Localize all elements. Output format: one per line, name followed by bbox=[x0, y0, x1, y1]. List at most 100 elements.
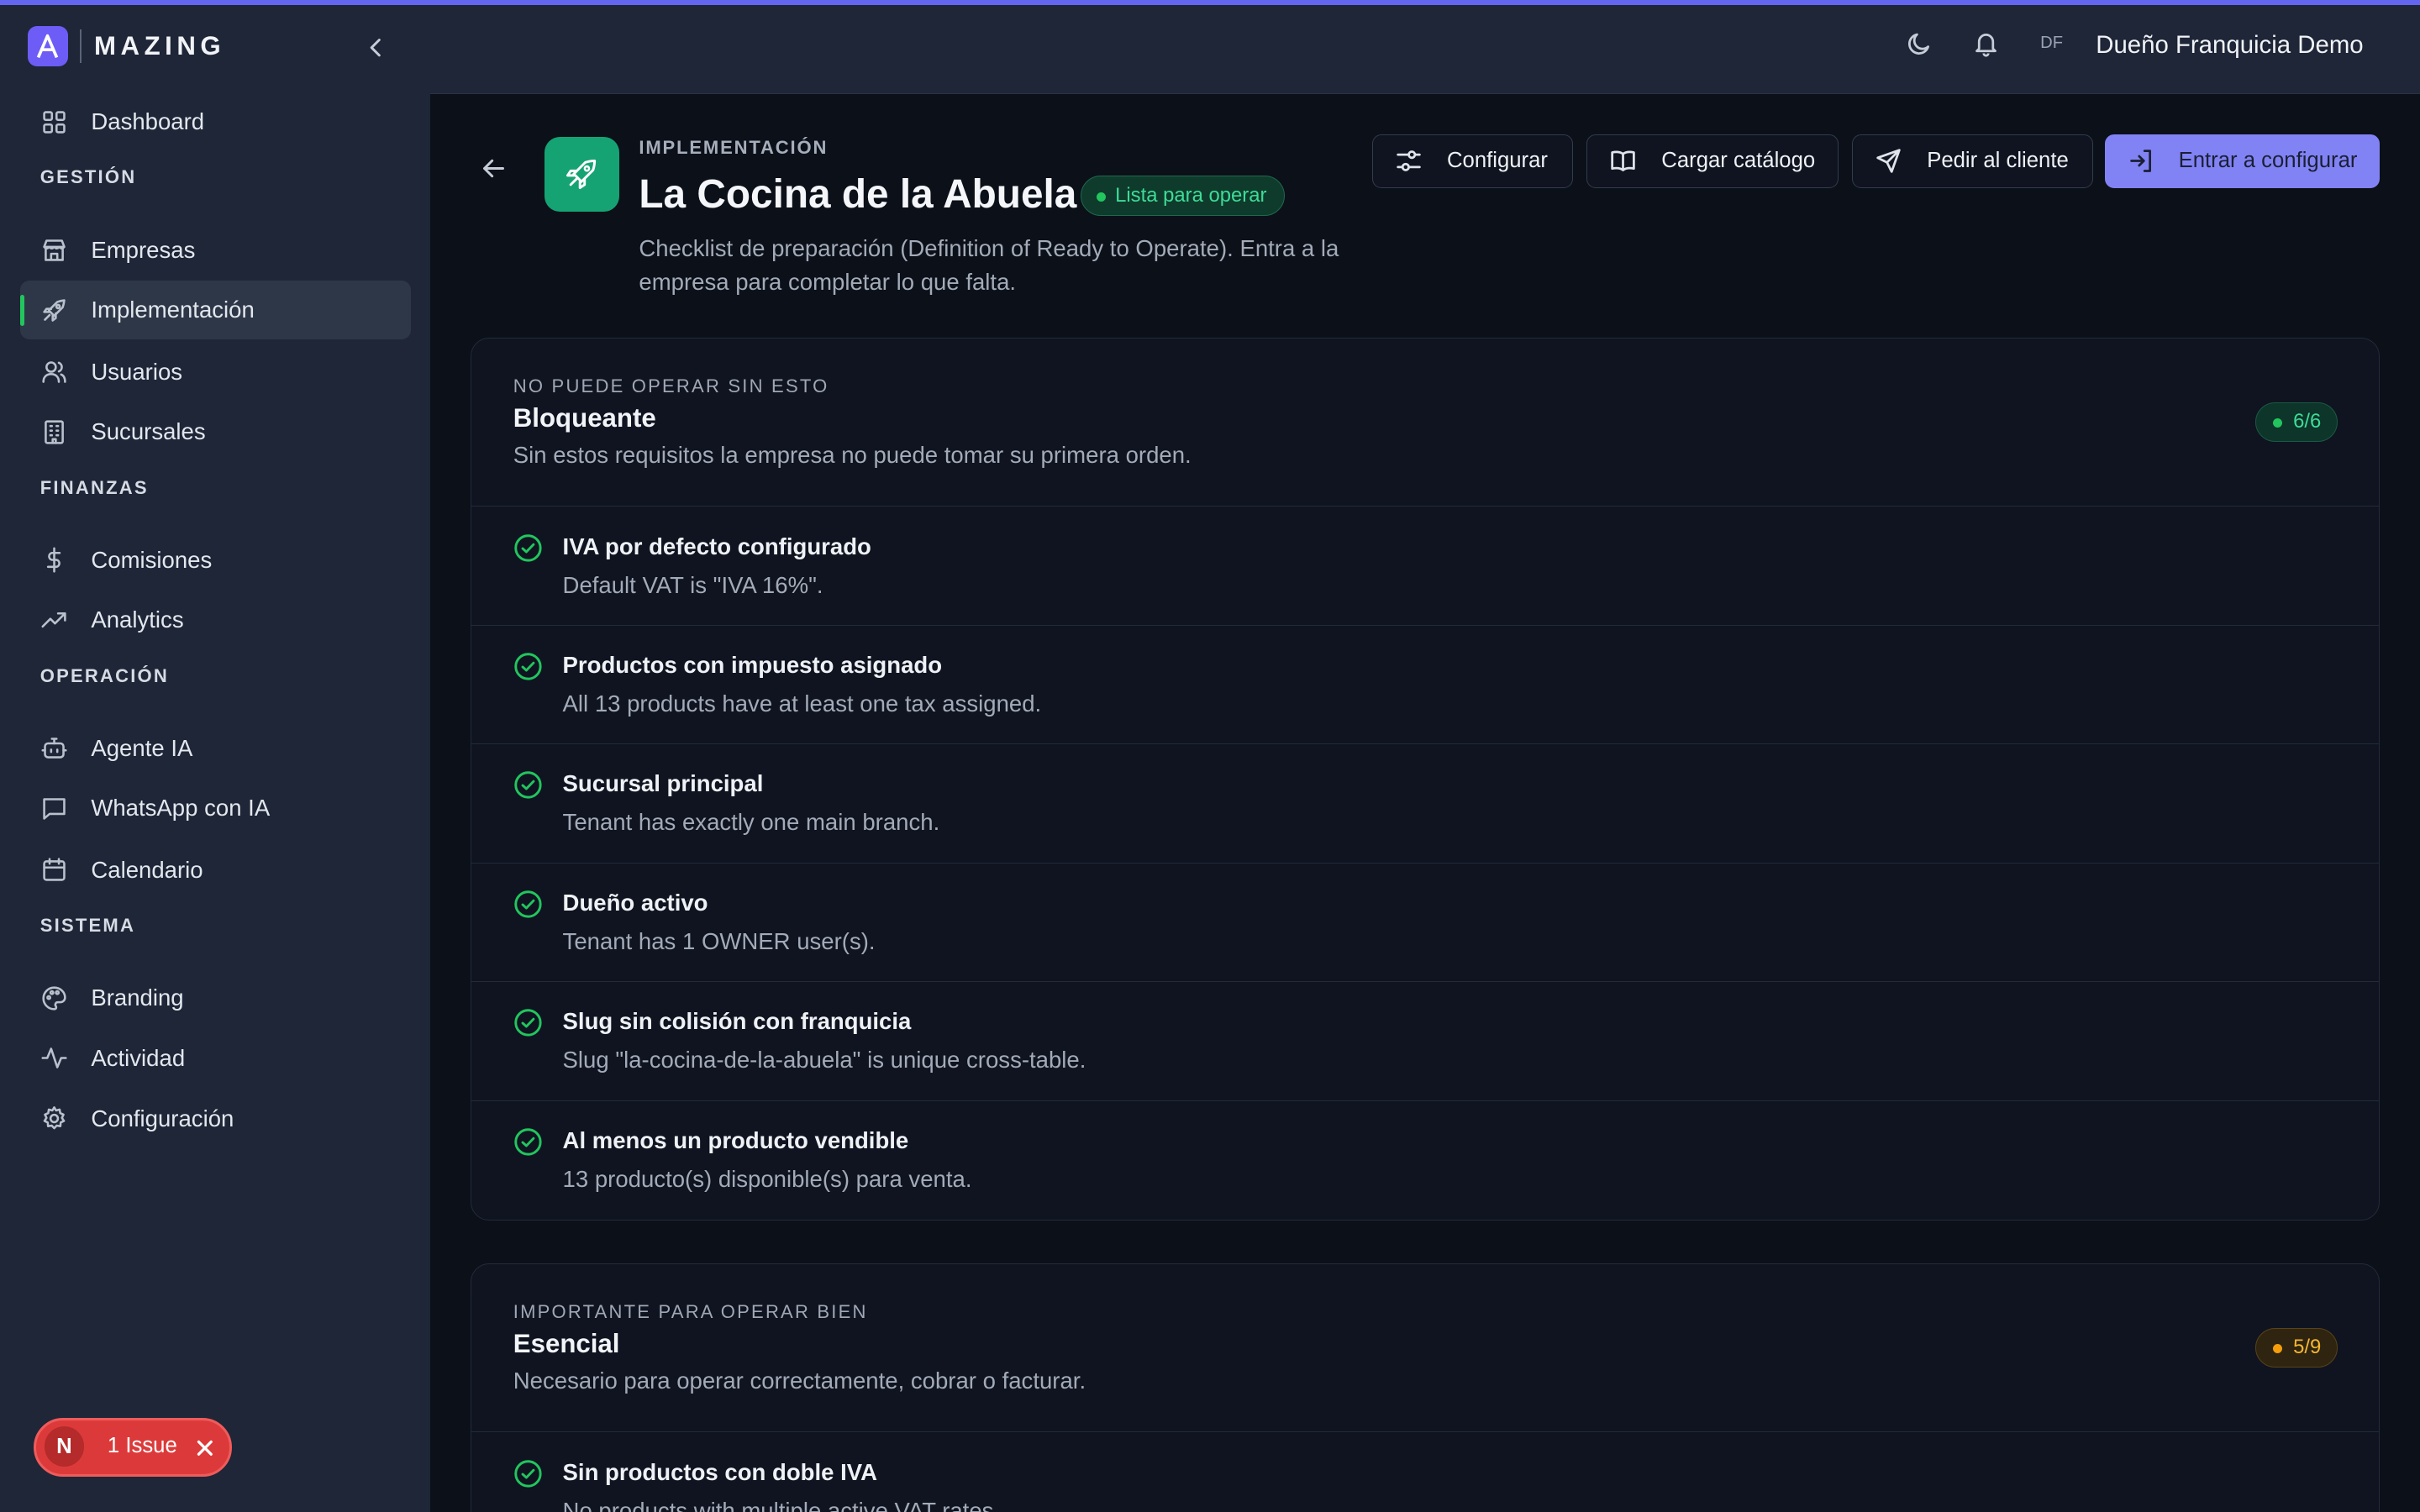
sidebar-item-calendario[interactable]: Calendario bbox=[20, 841, 411, 900]
moon-icon[interactable] bbox=[1906, 29, 1933, 57]
sidebar-item-sucursales[interactable]: Sucursales bbox=[20, 402, 411, 461]
brand[interactable]: MAZING bbox=[28, 26, 225, 66]
sidebar-item-label: Comisiones bbox=[91, 546, 213, 573]
sidebar-item-label: WhatsApp con IA bbox=[91, 795, 271, 822]
sidebar-item-branding[interactable]: Branding bbox=[20, 969, 411, 1027]
card-eyebrow: NO PUEDE OPERAR SIN ESTO bbox=[513, 375, 829, 397]
entrar-configurar-label: Entrar a configurar bbox=[2178, 149, 2358, 173]
send-icon bbox=[1876, 149, 1901, 174]
configurar-button[interactable]: Configurar bbox=[1371, 134, 1573, 189]
checklist-item-title: Al menos un producto vendible bbox=[562, 1126, 909, 1153]
sidebar-item-agente-ia[interactable]: Agente IA bbox=[20, 719, 411, 778]
checklist-item: Sucursal principal Tenant has exactly one… bbox=[471, 744, 2380, 864]
sidebar-item-label: Agente IA bbox=[91, 734, 193, 761]
sidebar-item-analytics[interactable]: Analytics bbox=[20, 591, 411, 649]
checklist-item-detail: All 13 products have at least one tax as… bbox=[562, 690, 1042, 717]
card-subtitle: Sin estos requisitos la empresa no puede… bbox=[513, 442, 1192, 469]
gear-icon bbox=[43, 1106, 66, 1130]
checklist-item: Productos con impuesto asignado All 13 pr… bbox=[471, 626, 2380, 745]
check-circle-icon bbox=[514, 533, 542, 562]
checklist-card-bloqueante: NO PUEDE OPERAR SIN ESTO Bloqueante Sin es… bbox=[471, 338, 2381, 1221]
issues-badge[interactable]: N 1 Issue bbox=[34, 1417, 232, 1477]
sidebar-item-comisiones[interactable]: Comisiones bbox=[20, 531, 411, 590]
trending-up-icon bbox=[41, 612, 66, 627]
checklist-item: Dueño activo Tenant has 1 OWNER user(s). bbox=[471, 864, 2380, 983]
configurar-label: Configurar bbox=[1446, 149, 1548, 173]
user-name[interactable]: Dueño Franquicia Demo bbox=[2096, 31, 2363, 60]
avatar[interactable]: DF bbox=[2040, 34, 2063, 53]
pedir-cliente-label: Pedir al cliente bbox=[1927, 149, 2069, 173]
checklist-item-detail: No products with multiple active VAT rat… bbox=[562, 1497, 1001, 1512]
calendar-icon bbox=[43, 858, 66, 882]
sidebar-item-label: Empresas bbox=[91, 236, 196, 263]
building-icon bbox=[44, 420, 64, 444]
sidebar-item-configuración[interactable]: Configuración bbox=[20, 1089, 411, 1148]
rocket-icon bbox=[566, 160, 597, 190]
checklist-item-title: Productos con impuesto asignado bbox=[562, 652, 943, 679]
sidebar-item-label: Analytics bbox=[91, 606, 184, 633]
sidebar-item-actividad[interactable]: Actividad bbox=[20, 1029, 411, 1088]
sliders-icon bbox=[1396, 150, 1421, 172]
sidebar-item-label: Actividad bbox=[91, 1044, 186, 1071]
log-in-icon bbox=[2130, 150, 2151, 173]
entrar-configurar-button[interactable]: Entrar a configurar bbox=[2105, 134, 2381, 189]
sidebar-item-label: Configuración bbox=[91, 1105, 234, 1131]
status-badge: Lista para operar bbox=[1080, 176, 1285, 217]
page-title: La Cocina de la Abuela bbox=[639, 171, 1077, 217]
brand-logo-icon bbox=[28, 26, 68, 66]
brand-separator bbox=[80, 29, 82, 64]
page-eyebrow: IMPLEMENTACIÓN bbox=[639, 137, 829, 159]
checklist-item: Al menos un producto vendible 13 producto… bbox=[471, 1101, 2379, 1220]
checklist-item-detail: Default VAT is "IVA 16%". bbox=[562, 571, 823, 598]
message-icon bbox=[43, 798, 66, 820]
dollar-icon bbox=[46, 547, 60, 573]
next-logo: N bbox=[44, 1426, 85, 1467]
card-eyebrow: IMPORTANTE PARA OPERAR BIEN bbox=[513, 1301, 868, 1323]
sidebar-item-empresas[interactable]: Empresas bbox=[20, 221, 411, 280]
check-circle-icon bbox=[514, 1128, 542, 1156]
check-circle-icon bbox=[514, 1009, 542, 1037]
palette-icon bbox=[42, 986, 66, 1011]
checklist-item-title: Dueño activo bbox=[562, 889, 708, 916]
sidebar-item-label: Dashboard bbox=[91, 108, 205, 135]
rocket-icon bbox=[43, 298, 66, 322]
card-title: Bloqueante bbox=[513, 403, 656, 433]
checklist-item-detail: Slug "la-cocina-de-la-abuela" is unique … bbox=[562, 1047, 1086, 1074]
checklist-item-detail: 13 producto(s) disponible(s) para venta. bbox=[562, 1165, 972, 1192]
checklist-item-title: Sin productos con doble IVA bbox=[562, 1458, 877, 1485]
checklist-item-title: Sucursal principal bbox=[562, 770, 764, 797]
collapse-sidebar-icon[interactable] bbox=[364, 35, 388, 60]
nav-section-heading: FINANZAS bbox=[39, 476, 149, 498]
pedir-cliente-button[interactable]: Pedir al cliente bbox=[1852, 134, 2093, 189]
sidebar-item-whatsapp-con-ia[interactable]: WhatsApp con IA bbox=[20, 780, 411, 838]
close-icon[interactable] bbox=[194, 1437, 216, 1459]
sidebar-item-label: Branding bbox=[91, 984, 184, 1011]
cargar-catalogo-button[interactable]: Cargar catálogo bbox=[1586, 134, 1839, 189]
checklist-item-detail: Tenant has exactly one main branch. bbox=[562, 809, 940, 836]
users-icon bbox=[42, 361, 66, 383]
checklist-item-detail: Tenant has 1 OWNER user(s). bbox=[562, 927, 876, 954]
sidebar-item-label: Sucursales bbox=[91, 418, 206, 445]
bell-icon[interactable] bbox=[1972, 29, 2000, 57]
sidebar-item-label: Implementación bbox=[91, 297, 255, 323]
checklist-item: Slug sin colisión con franquicia Slug "la… bbox=[471, 982, 2380, 1101]
progress-count-badge: 5/9 bbox=[2254, 1327, 2338, 1368]
checklist-item: Sin productos con doble IVA No products w… bbox=[471, 1432, 2379, 1512]
progress-count-badge: 6/6 bbox=[2254, 402, 2338, 443]
checklist-item: IVA por defecto configurado Default VAT i… bbox=[471, 507, 2380, 626]
store-icon bbox=[43, 239, 66, 261]
card-title: Esencial bbox=[513, 1329, 620, 1359]
grid-icon bbox=[43, 110, 66, 134]
back-arrow-icon[interactable] bbox=[480, 155, 508, 182]
card-subtitle: Necesario para operar correctamente, cob… bbox=[513, 1368, 1086, 1394]
card-header: IMPORTANTE PARA OPERAR BIEN Esencial Neces… bbox=[471, 1264, 2380, 1433]
check-circle-icon bbox=[514, 771, 542, 800]
sidebar-item-implementación[interactable]: Implementación bbox=[19, 281, 411, 340]
sidebar-item-label: Calendario bbox=[91, 856, 203, 883]
nav-section-heading: SISTEMA bbox=[39, 915, 136, 937]
sidebar-item-dashboard[interactable]: Dashboard bbox=[20, 92, 411, 151]
check-circle-icon bbox=[514, 653, 542, 680]
sidebar-item-label: Usuarios bbox=[91, 358, 183, 385]
sidebar-item-usuarios[interactable]: Usuarios bbox=[20, 343, 411, 402]
activity-icon bbox=[41, 1047, 67, 1069]
